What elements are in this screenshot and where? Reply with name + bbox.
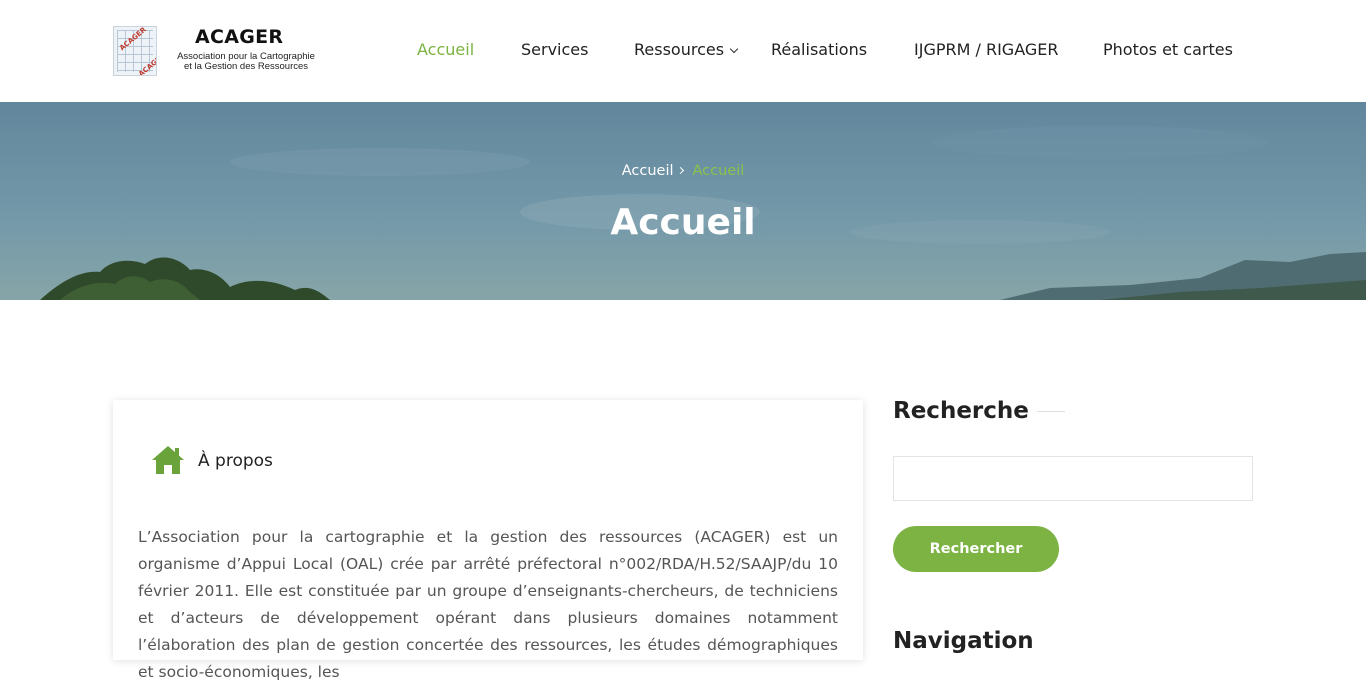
about-card: À propos L’Association pour la cartograp… [113, 400, 863, 681]
search-widget-title-text: Recherche [893, 398, 1029, 424]
search-input[interactable] [893, 456, 1253, 501]
page-banner: Accueil Accueil Accueil [0, 102, 1366, 300]
nav-item-ressources[interactable]: Ressources [634, 40, 739, 59]
banner-landscape-image [0, 102, 1366, 300]
page-title: Accueil [610, 202, 756, 243]
logo-subtitle-line: et la Gestion des Ressources [183, 61, 309, 72]
nav-item-photos-et-cartes[interactable]: Photos et cartes [1103, 40, 1233, 59]
home-icon [152, 446, 184, 474]
about-title: À propos [198, 451, 273, 471]
chevron-right-icon [676, 166, 684, 175]
logo-subtitle: Association pour la Cartographie et la G… [166, 52, 326, 72]
search-button[interactable]: Rechercher [893, 526, 1059, 572]
chevron-down-icon [729, 44, 739, 54]
breadcrumb-current: Accueil [692, 163, 745, 179]
logo-map-image: ACAGER ACAGER [113, 26, 157, 76]
site-header: ACAGER ACAGER ACAGER Association pour la… [0, 0, 1366, 102]
navigation-widget-title: Navigation [893, 628, 1034, 654]
nav-item-services[interactable]: Services [521, 40, 588, 59]
nav-item-ijgprm-rigager[interactable]: IJGPRM / RIGAGER [914, 40, 1059, 59]
search-widget-title: Recherche [893, 398, 1065, 424]
about-text: L’Association pour la cartographie et la… [138, 528, 838, 681]
title-divider [1036, 411, 1065, 412]
breadcrumb-home-link[interactable]: Accueil [622, 163, 674, 179]
nav-item-accueil[interactable]: Accueil [417, 40, 474, 59]
nav-item-label: Ressources [634, 40, 725, 59]
nav-item-realisations[interactable]: Réalisations [771, 40, 867, 59]
breadcrumb: Accueil Accueil [0, 163, 1366, 179]
site-logo[interactable]: ACAGER ACAGER ACAGER Association pour la… [113, 26, 323, 76]
logo-title: ACAGER [195, 26, 284, 48]
